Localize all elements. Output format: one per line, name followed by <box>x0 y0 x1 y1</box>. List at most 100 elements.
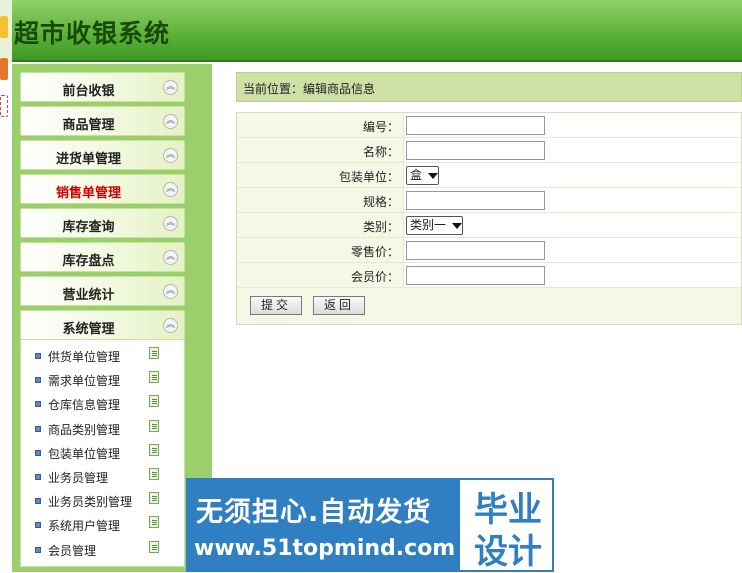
submenu-item[interactable]: 供货单位管理 <box>21 344 184 368</box>
back-button[interactable]: 返回 <box>313 296 366 315</box>
submenu-item-label[interactable]: 需求单位管理 <box>48 372 120 389</box>
field-cell: 类别一 <box>403 213 741 237</box>
submenu-item-label[interactable]: 包装单位管理 <box>48 445 120 462</box>
document-icon[interactable] <box>149 492 159 505</box>
document-icon[interactable] <box>149 467 159 480</box>
bullet-icon <box>35 425 41 432</box>
code-input[interactable] <box>406 116 545 135</box>
bullet-icon <box>35 401 41 408</box>
menu-label: 前台收银 <box>62 84 115 99</box>
name-input[interactable] <box>406 141 545 160</box>
bullet-icon <box>35 522 41 529</box>
form-row-package-unit: 包装单位： 盒 <box>237 163 741 188</box>
field-label: 编号： <box>362 120 399 134</box>
main-content: 当前位置：编辑商品信息 编号： 名称： 包装单位： 盒 规格： 类别： 类别一 … <box>236 72 742 325</box>
watermark-badge: 毕业 设计 <box>460 480 552 572</box>
menu-stock-check[interactable]: 库存盘点 ︽ <box>20 242 185 272</box>
field-label: 包装单位： <box>338 170 399 184</box>
bullet-icon <box>35 473 41 480</box>
submenu-item-label[interactable]: 供货单位管理 <box>48 348 120 365</box>
document-icon[interactable] <box>149 371 159 384</box>
menu-system-management[interactable]: 系统管理 ︽ <box>20 310 185 340</box>
menu-front-cashier[interactable]: 前台收银 ︽ <box>20 72 185 102</box>
menu-label: 销售单管理 <box>55 186 121 201</box>
bullet-icon <box>35 498 41 505</box>
chevron-up-icon[interactable]: ︽ <box>163 182 178 197</box>
watermark-text-area: 无须担心.自动发货 www.51topmind.com <box>186 478 456 572</box>
menu-label: 库存盘点 <box>62 254 115 269</box>
bullet-icon <box>35 353 41 359</box>
chevron-up-icon[interactable]: ︽ <box>163 216 178 231</box>
menu-product-management[interactable]: 商品管理 ︽ <box>20 106 185 136</box>
select-value: 盒 <box>410 168 423 182</box>
submenu-item-label[interactable]: 业务员类别管理 <box>48 493 132 510</box>
menu-label: 商品管理 <box>62 118 115 133</box>
sidebar: 前台收银 ︽ 商品管理 ︽ 进货单管理 ︽ 销售单管理 ︽ 库存查询 ︽ 库存盘… <box>20 72 185 567</box>
form-actions: 提交 返回 <box>237 288 741 324</box>
submenu-item[interactable]: 会员管理 <box>21 538 184 562</box>
member-price-input[interactable] <box>406 266 545 285</box>
field-label: 名称： <box>362 145 399 159</box>
category-select[interactable]: 类别一 <box>406 216 464 235</box>
menu-inventory-query[interactable]: 库存查询 ︽ <box>20 208 185 238</box>
menu-label: 营业统计 <box>62 288 115 303</box>
submenu-item-label[interactable]: 仓库信息管理 <box>48 396 120 413</box>
submit-button[interactable]: 提交 <box>250 296 303 315</box>
note-icon[interactable] <box>0 95 8 117</box>
form-row-name: 名称： <box>237 138 741 163</box>
watermark-badge-line2: 设计 <box>474 532 542 572</box>
submenu-item-label[interactable]: 系统用户管理 <box>48 517 120 534</box>
document-icon[interactable] <box>149 516 159 529</box>
dropdown-arrow-icon <box>428 172 439 179</box>
menu-sales-orders[interactable]: 销售单管理 ︽ <box>20 174 185 204</box>
menu-business-stats[interactable]: 营业统计 ︽ <box>20 276 185 306</box>
document-icon[interactable] <box>149 540 159 553</box>
retail-price-input[interactable] <box>406 241 545 260</box>
menu-purchase-orders[interactable]: 进货单管理 ︽ <box>20 140 185 170</box>
submenu-item[interactable]: 仓库信息管理 <box>21 392 184 416</box>
field-cell <box>403 188 741 212</box>
chevron-up-icon[interactable]: ︽ <box>163 80 178 95</box>
bullet-icon <box>35 449 41 456</box>
dropdown-arrow-icon <box>452 222 463 229</box>
bullet-icon <box>35 546 41 553</box>
field-cell <box>403 138 741 162</box>
chevron-up-icon[interactable]: ︽ <box>163 250 178 265</box>
app-header: 超市收银系统 <box>0 0 742 62</box>
form-row-spec: 规格： <box>237 188 741 213</box>
spec-input[interactable] <box>406 191 545 210</box>
submenu-item[interactable]: 商品类别管理 <box>21 417 184 441</box>
field-cell: 盒 <box>403 163 741 187</box>
submenu-item[interactable]: 系统用户管理 <box>21 513 184 537</box>
feed-icon[interactable] <box>0 58 8 80</box>
field-label: 规格： <box>362 195 399 209</box>
submenu-item[interactable]: 业务员管理 <box>21 465 184 489</box>
menu-label: 进货单管理 <box>55 152 121 167</box>
document-icon[interactable] <box>149 419 159 432</box>
field-label: 零售价： <box>350 245 399 259</box>
field-cell <box>403 263 741 287</box>
folder-icon[interactable] <box>0 16 8 38</box>
submenu-item-label[interactable]: 商品类别管理 <box>48 421 120 438</box>
chevron-up-icon[interactable]: ︽ <box>163 318 178 333</box>
watermark-url: www.51topmind.com <box>194 536 456 561</box>
field-label: 类别： <box>362 220 399 234</box>
chevron-up-icon[interactable]: ︽ <box>163 114 178 129</box>
menu-label: 库存查询 <box>62 220 115 235</box>
form-row-retail-price: 零售价： <box>237 238 741 263</box>
package-unit-select[interactable]: 盒 <box>406 166 440 185</box>
document-icon[interactable] <box>149 395 159 408</box>
chevron-up-icon[interactable]: ︽ <box>163 148 178 163</box>
submenu-item[interactable]: 业务员类别管理 <box>21 489 184 513</box>
document-icon[interactable] <box>149 347 159 359</box>
field-label: 会员价： <box>350 270 399 284</box>
form-row-member-price: 会员价： <box>237 263 741 288</box>
submenu-item[interactable]: 需求单位管理 <box>21 368 184 392</box>
select-value: 类别一 <box>410 218 447 232</box>
submenu-item-label[interactable]: 业务员管理 <box>48 469 108 486</box>
field-cell <box>403 113 741 137</box>
chevron-up-icon[interactable]: ︽ <box>163 284 178 299</box>
document-icon[interactable] <box>149 443 159 456</box>
submenu-item-label[interactable]: 会员管理 <box>48 542 96 559</box>
submenu-item[interactable]: 包装单位管理 <box>21 441 184 465</box>
